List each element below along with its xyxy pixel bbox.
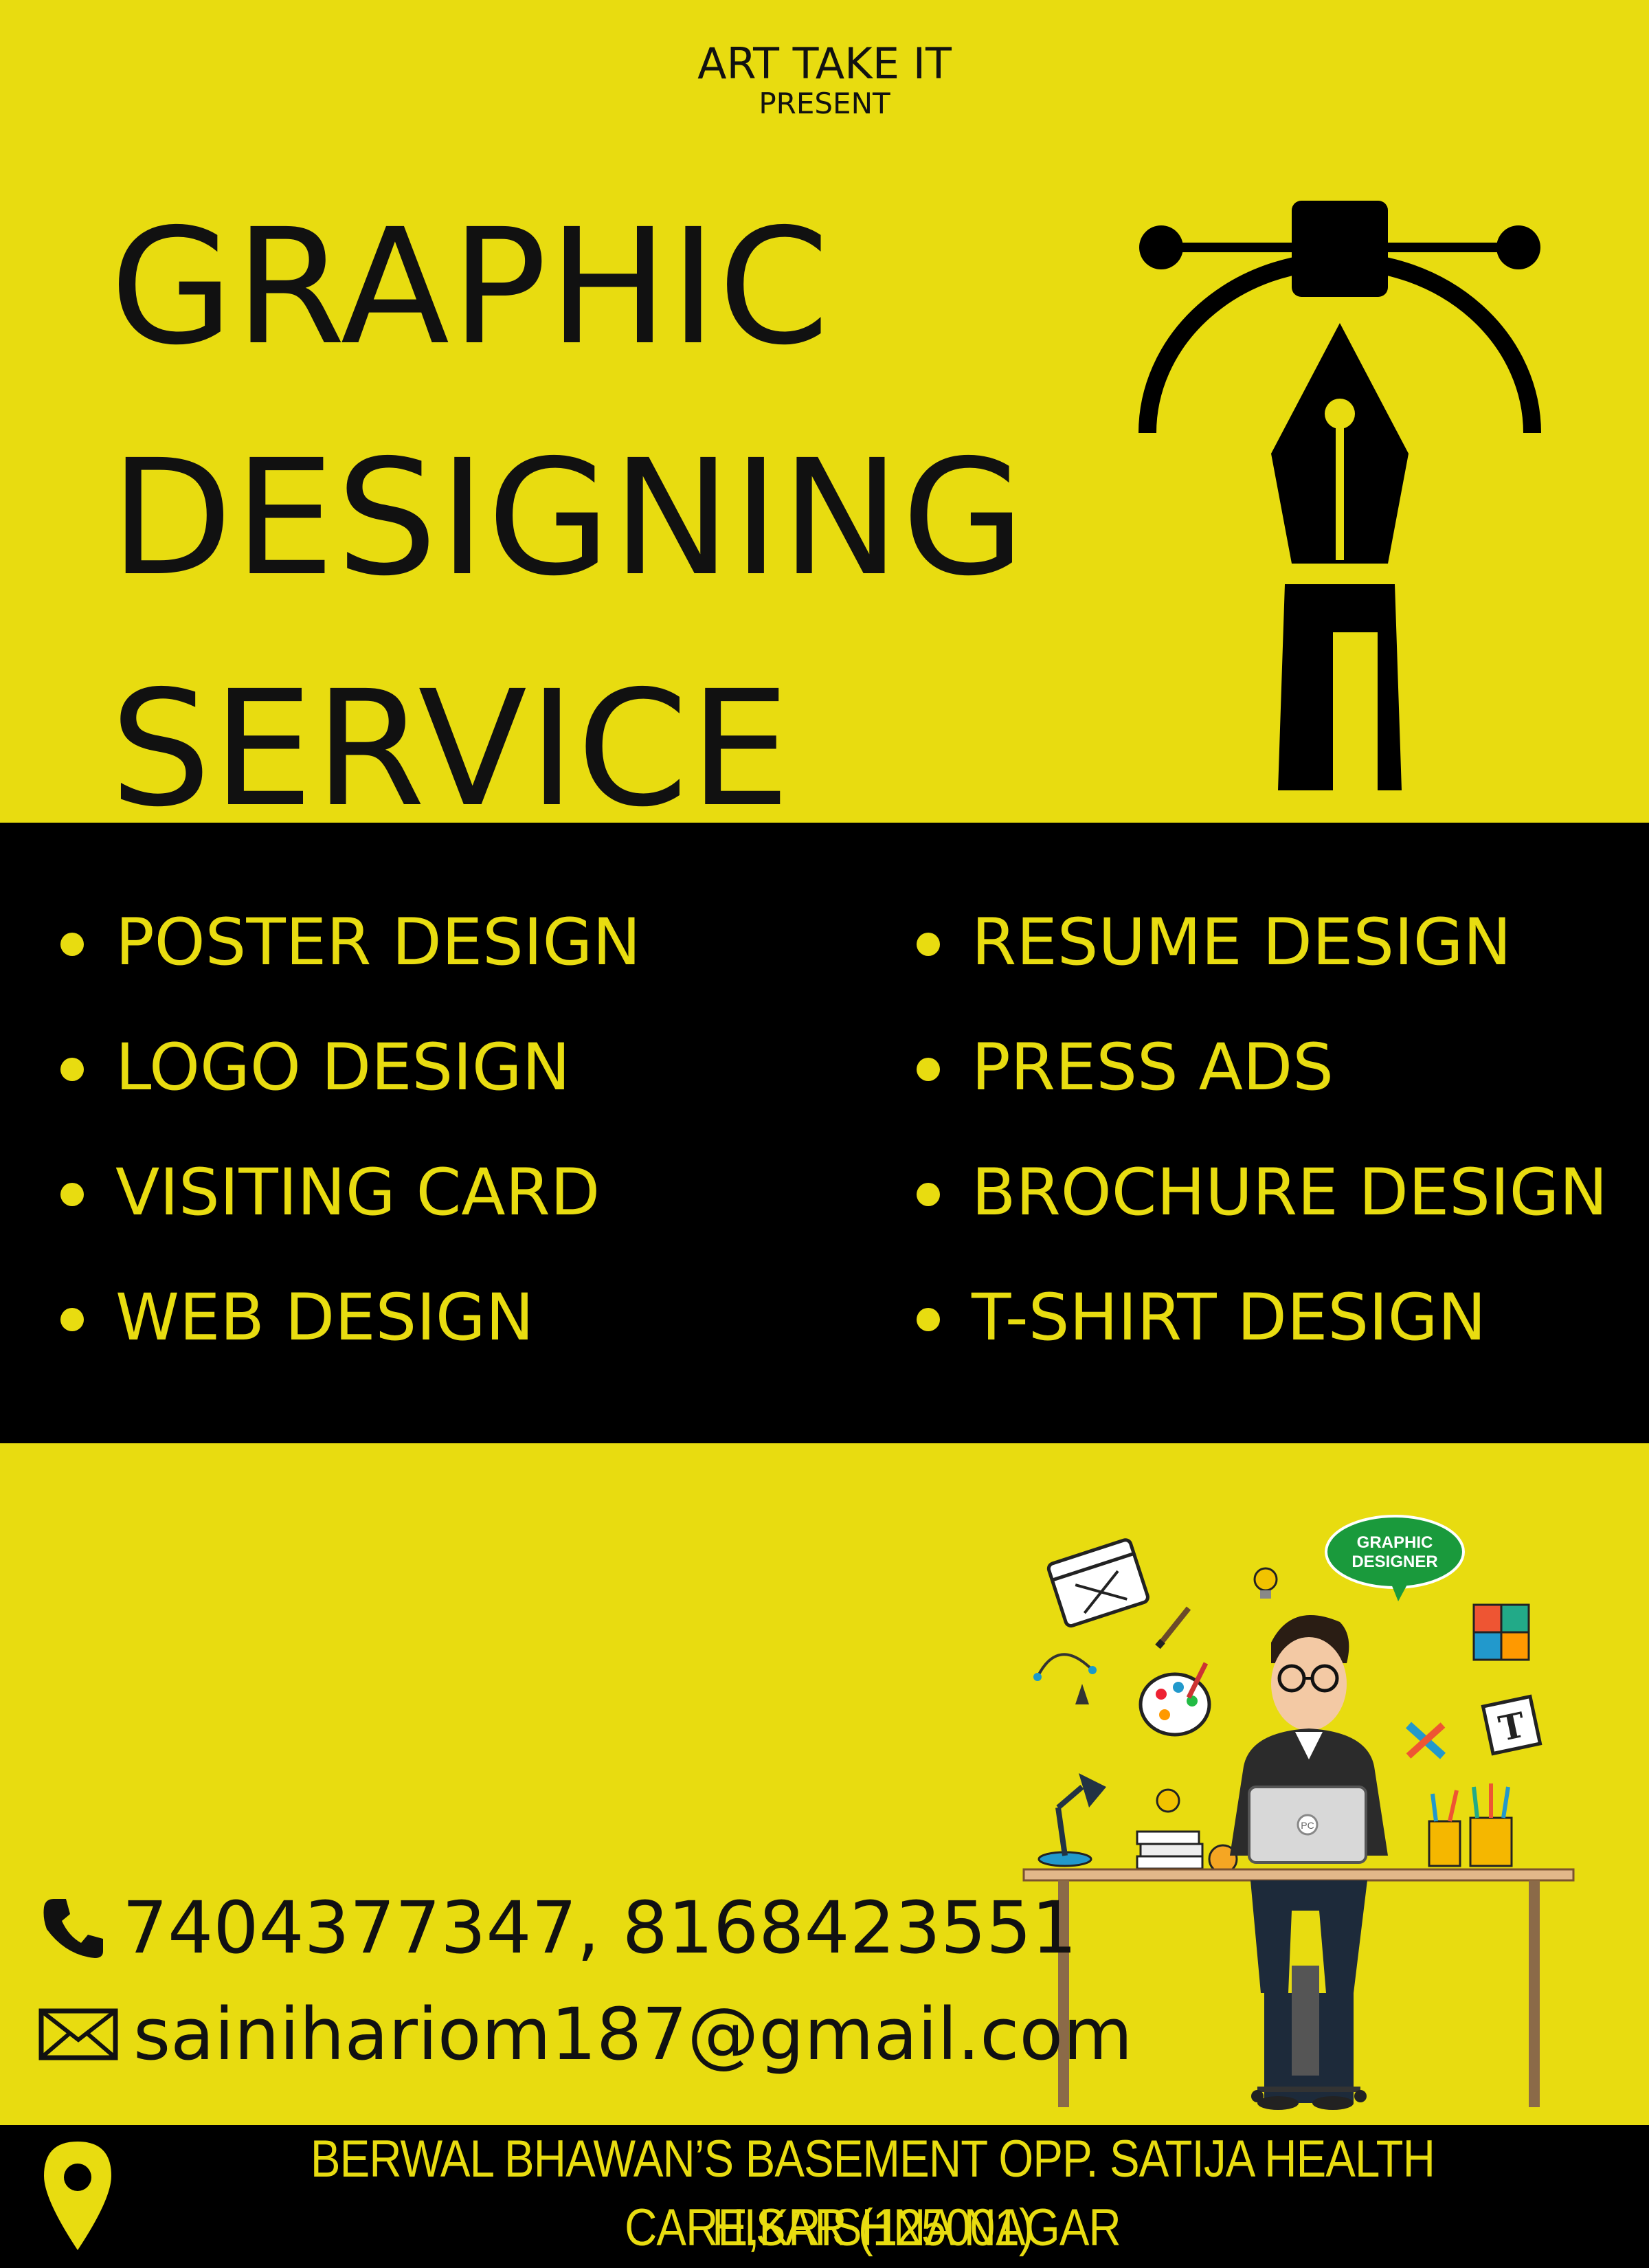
service-item: WEB DESIGN — [60, 1280, 641, 1405]
phone-icon — [43, 1899, 103, 1958]
pencil-ruler-icon — [1405, 1722, 1446, 1759]
desk-lamp-icon — [1037, 1773, 1106, 1867]
present-label: PRESENT — [759, 87, 890, 120]
bullet-icon — [60, 1058, 84, 1081]
color-grid-icon — [1472, 1603, 1530, 1661]
location-pin-icon — [44, 2142, 111, 2250]
bullet-icon — [917, 1308, 940, 1331]
services-band: POSTER DESIGN LOGO DESIGN VISITING CARD … — [0, 823, 1649, 1443]
email-contact: sainihariom187@gmail.com — [38, 1990, 1132, 2079]
brand-name: ART TAKE IT — [697, 38, 952, 89]
pencil-holder-icon — [1428, 1783, 1513, 1867]
designer-legs — [1250, 1880, 1367, 2110]
bullet-icon — [60, 1308, 84, 1331]
bullet-icon — [917, 1058, 940, 1081]
service-item: BROCHURE DESIGN — [917, 1155, 1608, 1280]
phone-numbers[interactable]: 7404377347, 8168423551 — [122, 1887, 1077, 1969]
service-item: POSTER DESIGN — [60, 905, 641, 1030]
bullet-icon — [917, 933, 940, 956]
service-item: T-SHIRT DESIGN — [917, 1280, 1608, 1405]
address-line-2: HISAR (125001) — [712, 2199, 1033, 2257]
bullet-icon — [60, 1183, 84, 1206]
address-bar: BERWAL BHAWAN’S BASEMENT OPP. SATIJA HEA… — [0, 2125, 1649, 2268]
services-right-column: RESUME DESIGN PRESS ADS BROCHURE DESIGN … — [917, 905, 1608, 1405]
email-address[interactable]: sainihariom187@gmail.com — [133, 1993, 1132, 2076]
pen-tool-icon — [1138, 201, 1541, 790]
svg-text:DESIGNER: DESIGNER — [1351, 1553, 1437, 1571]
designer-figure: PC — [1230, 1615, 1388, 1864]
bezier-curve-icon — [1033, 1653, 1097, 1704]
graphic-designer-badge: GRAPHIC DESIGNER — [1325, 1515, 1465, 1601]
bullet-icon — [917, 1183, 940, 1206]
service-item: VISITING CARD — [60, 1155, 641, 1280]
lightbulb-icon — [1253, 1567, 1278, 1599]
services-left-column: POSTER DESIGN LOGO DESIGN VISITING CARD … — [60, 905, 641, 1405]
palette-icon — [1138, 1662, 1211, 1737]
idea-bulb-icon — [1156, 1788, 1180, 1813]
phone-contact: 7404377347, 8168423551 — [38, 1883, 1077, 1972]
browser-window-icon — [1046, 1538, 1149, 1628]
type-tool-icon: T — [1481, 1694, 1543, 1756]
headline-line-1: GRAPHIC — [110, 194, 831, 380]
headline: GRAPHIC DESIGNING SERVICE — [110, 172, 1027, 865]
presenter-block: ART TAKE IT PRESENT — [0, 40, 1649, 120]
service-item: RESUME DESIGN — [917, 905, 1608, 1030]
envelope-icon — [38, 2008, 118, 2060]
bullet-icon — [60, 933, 84, 956]
headline-line-2: DESIGNING — [110, 425, 1027, 611]
paintbrush-icon — [1155, 1606, 1191, 1649]
service-item: LOGO DESIGN — [60, 1030, 641, 1155]
svg-text:PC: PC — [1301, 1820, 1314, 1831]
service-item: PRESS ADS — [917, 1030, 1608, 1155]
svg-text:GRAPHIC: GRAPHIC — [1357, 1533, 1433, 1552]
books-icon — [1136, 1830, 1204, 1870]
